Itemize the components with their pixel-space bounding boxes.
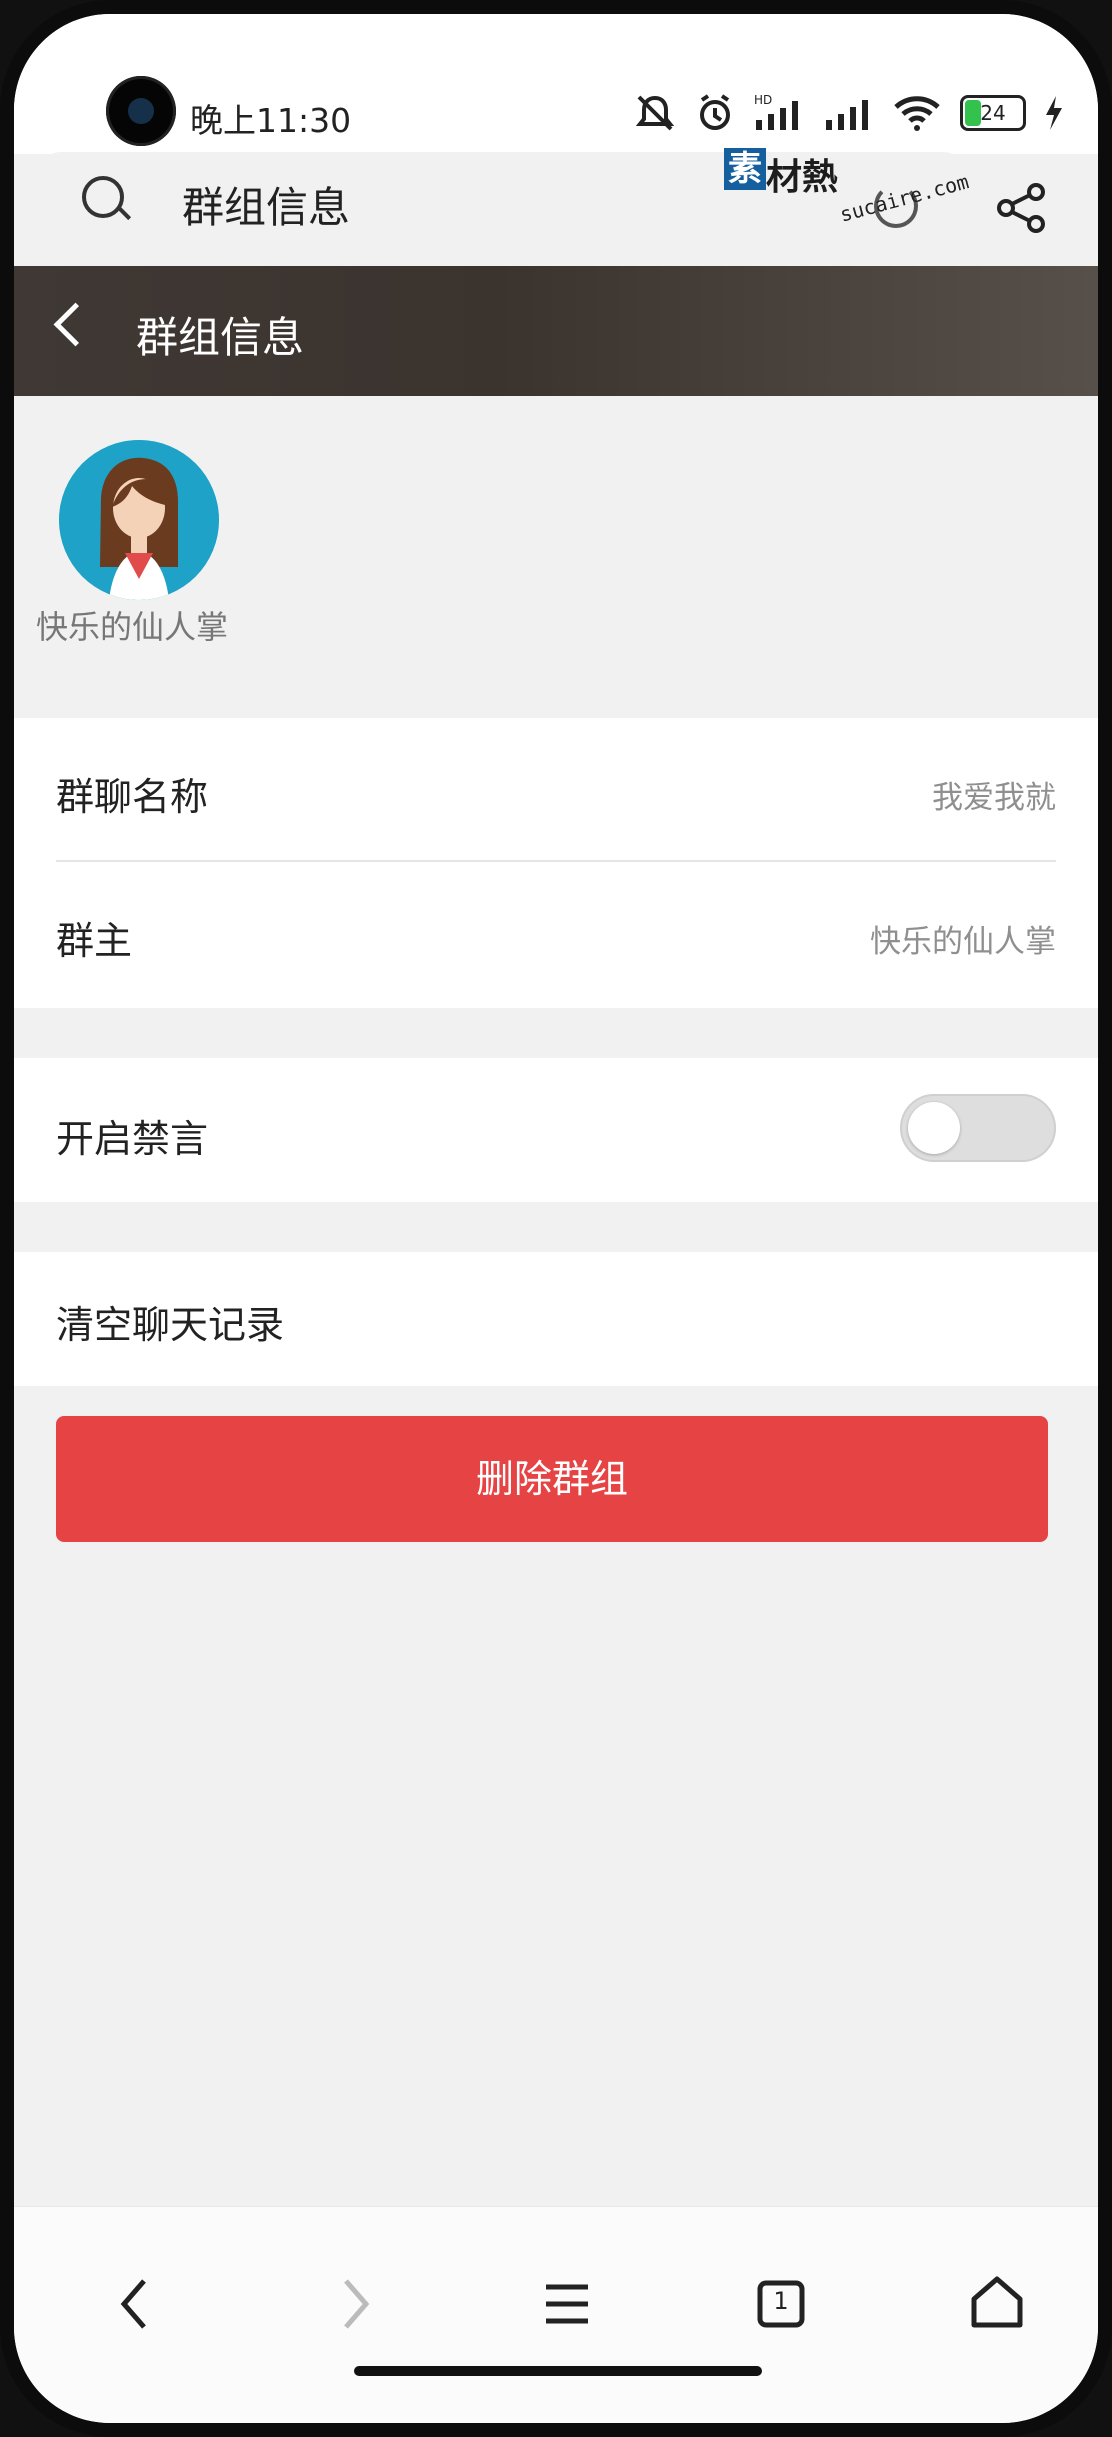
clear-history-label: 清空聊天记录 — [56, 1303, 285, 1347]
group-info-content: 快乐的仙人掌 群聊名称 我爱我就 群主 快乐的仙人掌 开启禁言 清空聊天记录 删… — [14, 396, 1098, 2206]
group-name-label: 群聊名称 — [56, 775, 209, 819]
battery-level: 24 — [980, 101, 1006, 125]
group-name-value: 我爱我就 — [932, 780, 1056, 816]
status-icons: HD 24 — [634, 88, 1064, 138]
clear-history-section: 清空聊天记录 — [14, 1252, 1098, 1386]
phone-frame: 晚上11:30 HD 24 群组信息 素 材熱 sucaire.com 群组信息… — [0, 0, 1112, 2437]
browser-bottom-nav: 1 — [14, 2206, 1098, 2423]
mute-section: 开启禁言 — [14, 1058, 1098, 1202]
hd-signal-icon: HD — [754, 93, 798, 130]
delete-group-button[interactable]: 删除群组 — [56, 1416, 1048, 1542]
home-icon[interactable] — [962, 2269, 1032, 2339]
watermark-text: 材熱 — [766, 157, 839, 198]
tabs-button[interactable]: 1 — [746, 2269, 816, 2339]
group-name-row[interactable]: 群聊名称 我爱我就 — [14, 718, 1098, 860]
front-camera — [106, 76, 176, 146]
wifi-icon — [894, 96, 940, 131]
member-avatar[interactable] — [59, 440, 219, 600]
group-owner-row[interactable]: 群主 快乐的仙人掌 — [14, 862, 1098, 1006]
alarm-clock-icon — [700, 94, 730, 130]
mute-label: 开启禁言 — [56, 1117, 209, 1161]
share-icon[interactable] — [994, 180, 1050, 236]
mute-row[interactable]: 开启禁言 — [14, 1058, 1098, 1202]
status-bar: 晚上11:30 HD 24 — [14, 14, 1098, 154]
search-text[interactable]: 群组信息 — [182, 174, 350, 235]
watermark-logo: 素 — [724, 148, 766, 190]
watermark: 素 材熱 sucaire.com — [724, 138, 984, 227]
tabs-count: 1 — [773, 2287, 789, 2315]
group-owner-label: 群主 — [56, 919, 133, 963]
signal-icon — [826, 100, 868, 130]
screen: 晚上11:30 HD 24 群组信息 素 材熱 sucaire.com 群组信息… — [14, 14, 1098, 2423]
browser-back-icon[interactable] — [102, 2269, 172, 2339]
status-time: 晚上11:30 — [190, 101, 352, 140]
battery-icon: 24 — [960, 95, 1026, 131]
browser-forward-icon[interactable] — [318, 2269, 388, 2339]
mute-toggle[interactable] — [900, 1094, 1056, 1162]
search-icon — [82, 176, 124, 218]
menu-icon[interactable] — [532, 2269, 602, 2339]
svg-text:HD: HD — [754, 93, 772, 107]
charging-icon — [1046, 96, 1062, 130]
back-arrow-icon[interactable] — [53, 302, 98, 347]
page-title: 群组信息 — [136, 313, 305, 362]
clear-history-row[interactable]: 清空聊天记录 — [14, 1252, 1098, 1386]
toggle-knob — [908, 1102, 960, 1154]
silent-bell-icon — [635, 95, 675, 131]
page-header: 群组信息 — [14, 266, 1098, 396]
woman-avatar-icon — [59, 440, 219, 600]
group-basic-section: 群聊名称 我爱我就 群主 快乐的仙人掌 — [14, 718, 1098, 1008]
group-owner-value: 快乐的仙人掌 — [870, 924, 1056, 960]
home-indicator[interactable] — [354, 2366, 762, 2376]
member-name: 快乐的仙人掌 — [36, 608, 229, 646]
